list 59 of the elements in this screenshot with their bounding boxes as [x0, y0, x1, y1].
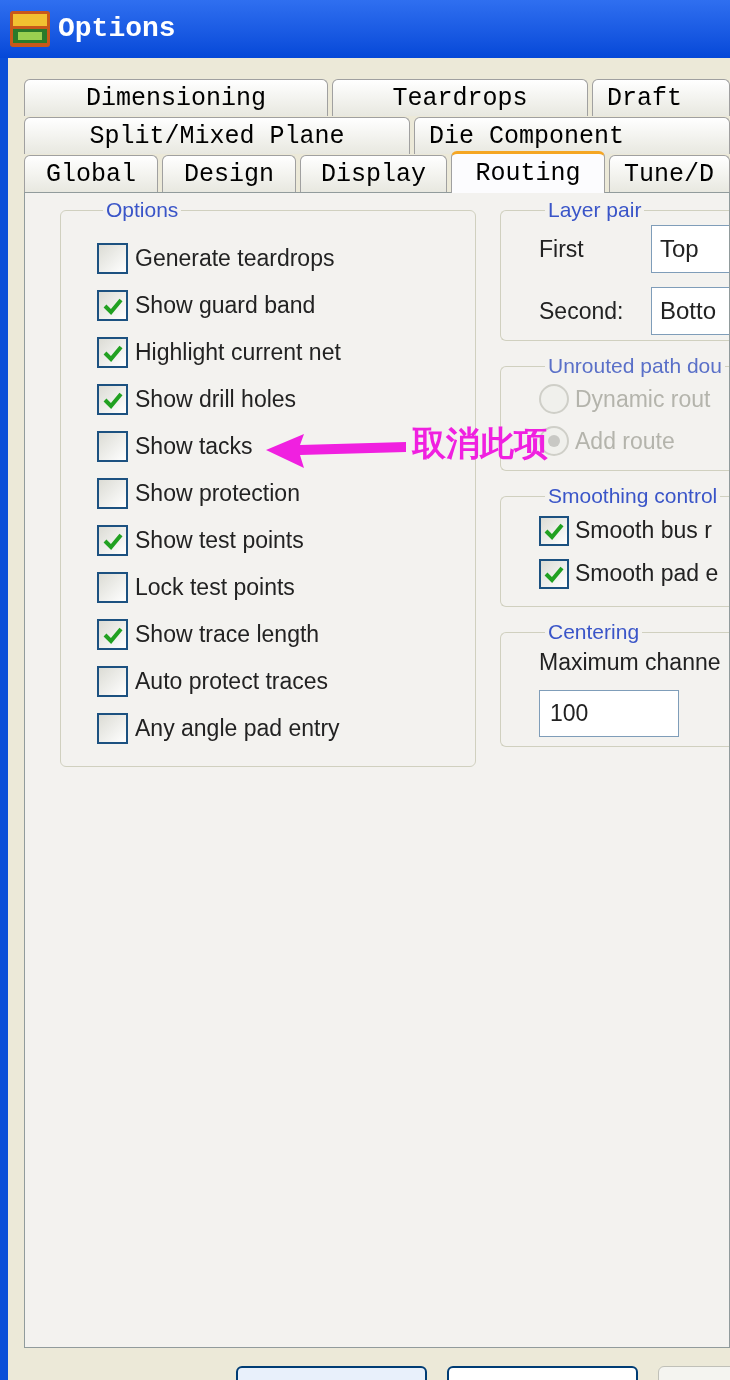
- checkbox-label: Any angle pad entry: [135, 714, 340, 744]
- checkbox[interactable]: [97, 243, 128, 274]
- checkbox-label: Show test points: [135, 526, 304, 556]
- checkbox-label: Generate teardrops: [135, 244, 335, 274]
- checkbox[interactable]: [97, 337, 128, 368]
- tab[interactable]: Tune/D: [609, 155, 730, 192]
- checkbox-label: Auto protect traces: [135, 667, 329, 697]
- checkmark-icon: [102, 531, 123, 550]
- checkmark-icon: [102, 296, 123, 315]
- group-title: Centering: [547, 619, 641, 645]
- checkbox[interactable]: [97, 431, 128, 462]
- checkbox[interactable]: [97, 713, 128, 744]
- dropdown-field[interactable]: Top: [651, 225, 729, 273]
- tab[interactable]: Teardrops: [332, 79, 588, 116]
- group-title: Smoothing control: [547, 483, 719, 509]
- checkbox[interactable]: [539, 558, 569, 589]
- tab[interactable]: Routing: [451, 151, 605, 193]
- tab[interactable]: Die Component: [414, 117, 730, 154]
- checkmark-icon: [544, 521, 564, 540]
- window-title: Options: [58, 12, 176, 46]
- field-label: First: [539, 234, 585, 264]
- tab[interactable]: Dimensioning: [24, 79, 328, 116]
- checkbox-label: Smooth bus r: [575, 516, 712, 546]
- checkbox[interactable]: [97, 572, 128, 603]
- checkbox-label: Lock test points: [135, 573, 295, 603]
- group-title: Layer pair: [547, 197, 643, 223]
- tab[interactable]: Global: [24, 155, 158, 192]
- checkbox[interactable]: [97, 478, 128, 509]
- checkbox-label: Show guard band: [135, 291, 316, 321]
- radio-label: Add route: [575, 426, 675, 456]
- checkbox[interactable]: [539, 515, 569, 546]
- radio-label: Dynamic rout: [575, 384, 711, 414]
- checkmark-icon: [102, 343, 123, 362]
- checkbox[interactable]: [97, 384, 128, 415]
- app-logo-icon: [10, 11, 50, 47]
- tab[interactable]: Split/Mixed Plane: [24, 117, 410, 154]
- input-field[interactable]: 100: [539, 689, 679, 737]
- annotation-text: 取消此项: [412, 423, 548, 464]
- tab[interactable]: Design: [162, 155, 296, 192]
- dropdown-field[interactable]: Botto: [651, 287, 729, 335]
- checkmark-icon: [102, 625, 123, 644]
- checkmark-icon: [544, 564, 564, 583]
- checkbox[interactable]: [97, 290, 128, 321]
- checkbox[interactable]: [97, 619, 128, 650]
- tab[interactable]: Display: [300, 155, 447, 192]
- field-label: Maximum channe: [539, 648, 722, 677]
- checkbox-label: Show drill holes: [135, 385, 297, 415]
- field-label: Second:: [539, 296, 625, 326]
- group-title: Options: [105, 197, 180, 223]
- checkbox-label: Smooth pad e: [575, 559, 719, 589]
- checkbox-label: Show protection: [135, 479, 300, 509]
- checkbox-label: Highlight current net: [135, 338, 341, 368]
- checkbox[interactable]: [97, 525, 128, 556]
- tab[interactable]: Draft: [592, 79, 730, 116]
- group-title: Unrouted path dou: [547, 353, 723, 379]
- checkbox-label: Show trace length: [135, 620, 320, 650]
- checkbox-label: Show tacks: [135, 432, 253, 462]
- checkbox[interactable]: [97, 666, 128, 697]
- checkmark-icon: [102, 390, 123, 409]
